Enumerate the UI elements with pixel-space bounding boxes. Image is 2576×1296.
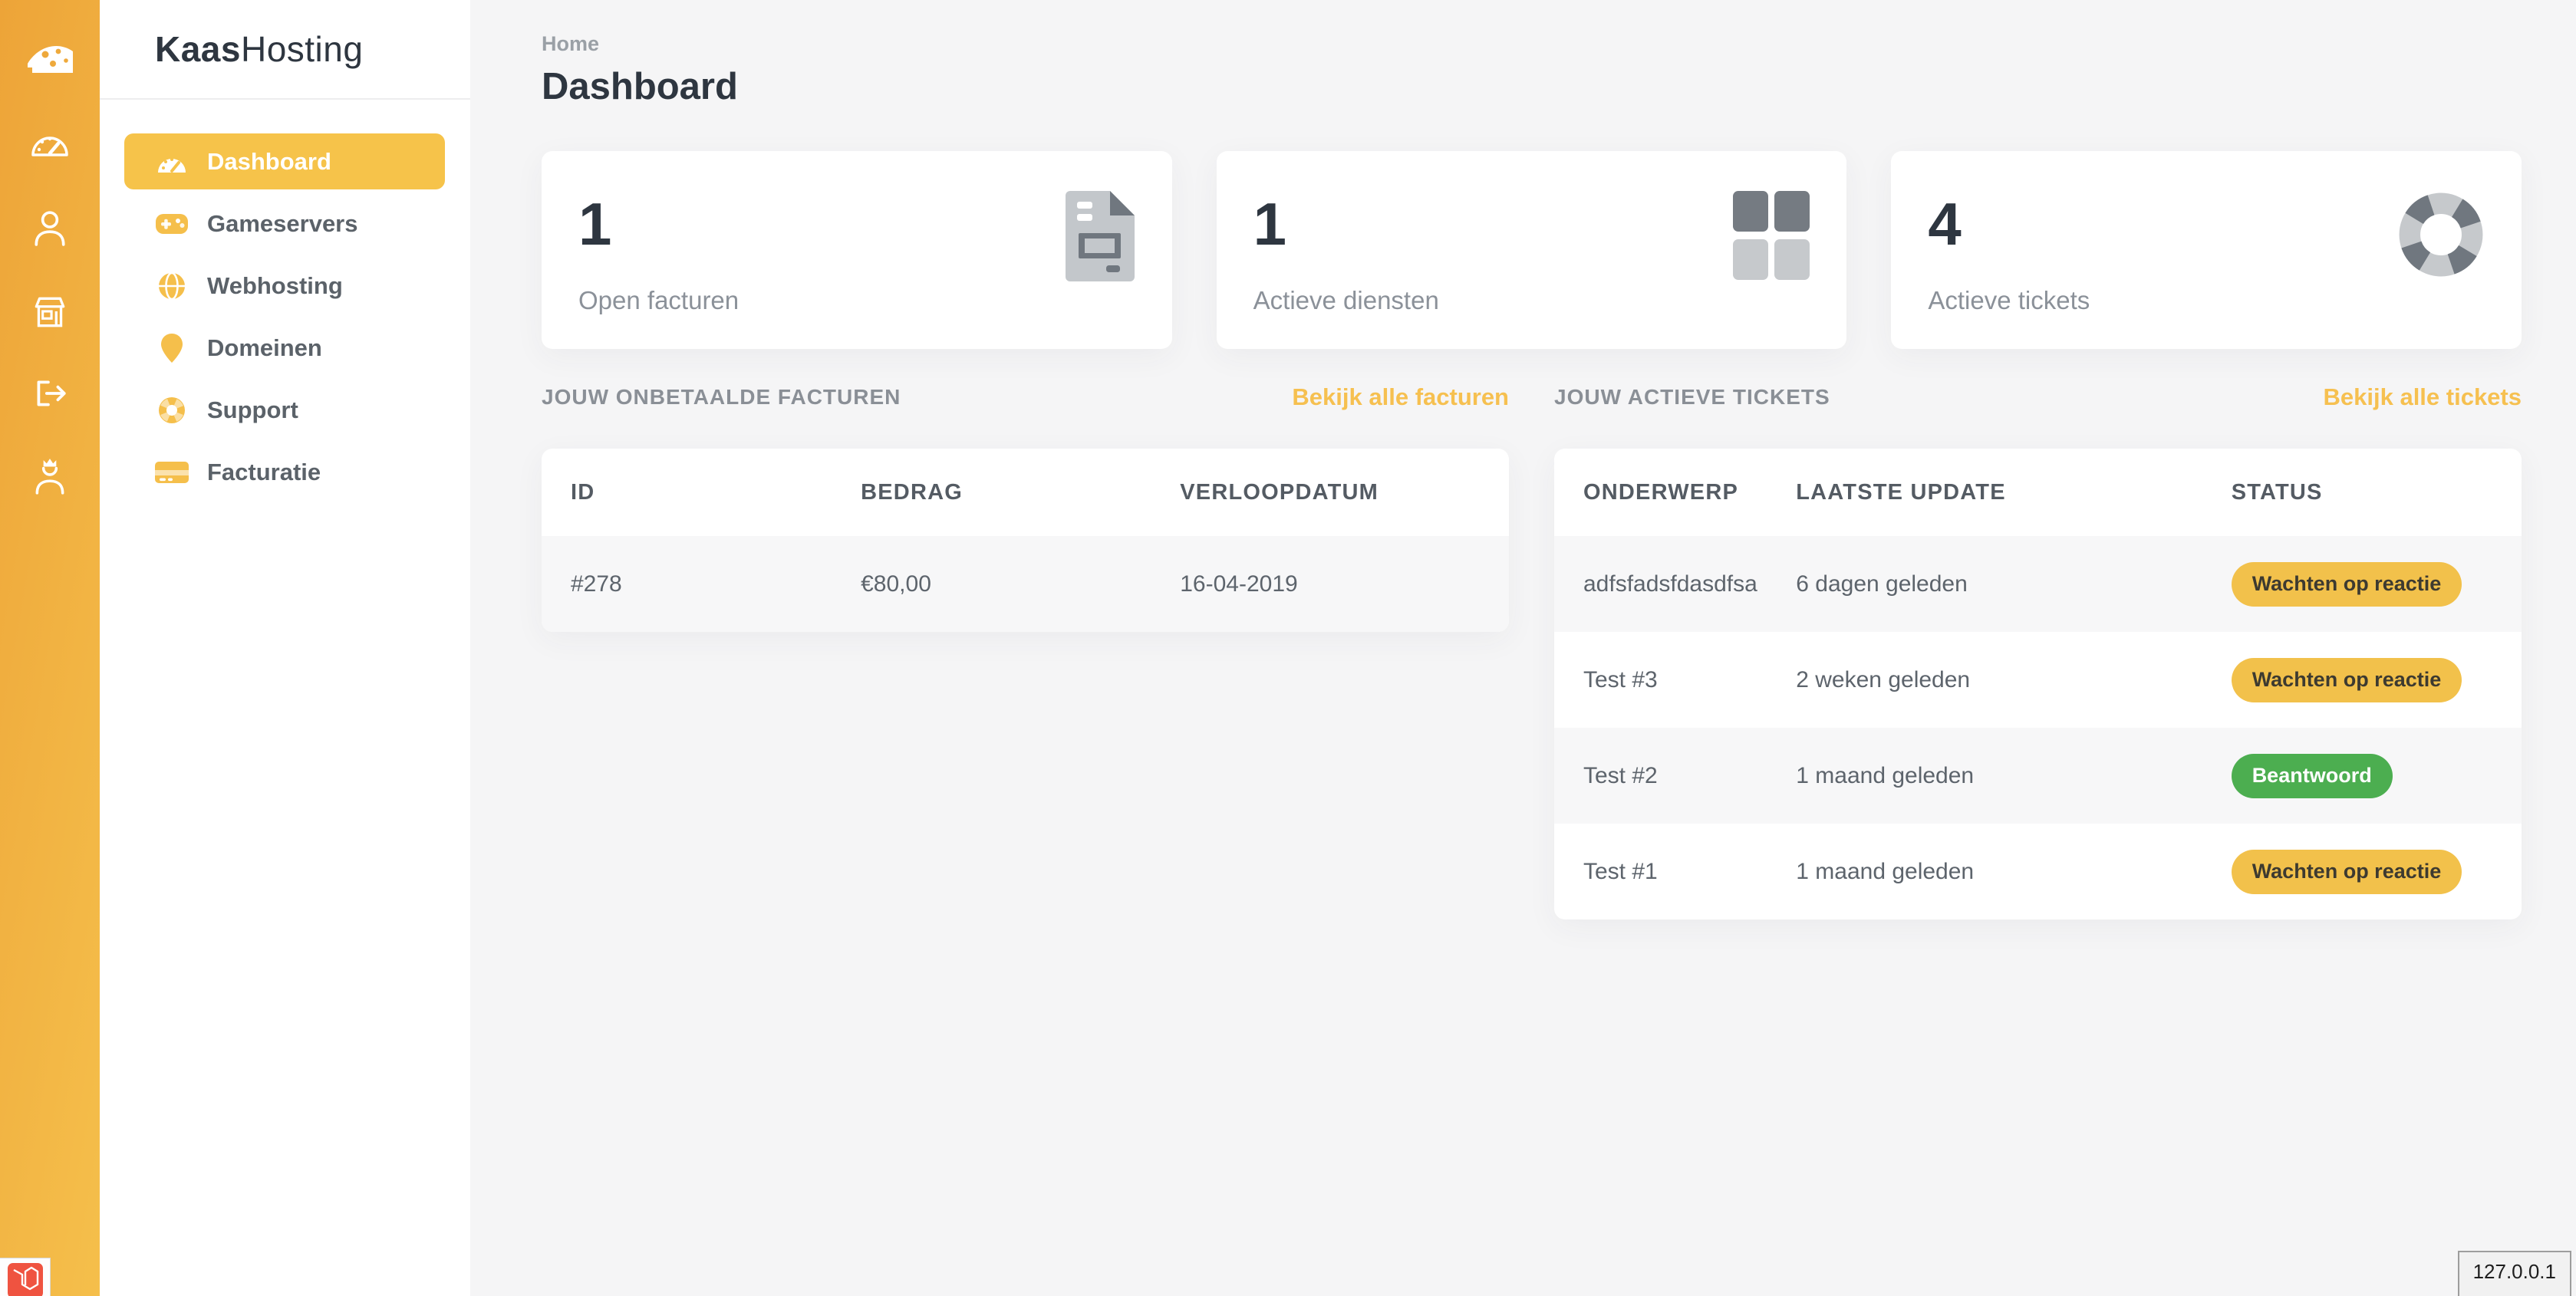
ticket-updated: 6 dagen geleden	[1796, 536, 2231, 632]
sidebar-item-label: Facturatie	[207, 459, 321, 486]
view-all-invoices-link[interactable]: Bekijk alle facturen	[1292, 383, 1509, 411]
sidebar-item-label: Webhosting	[207, 272, 343, 300]
tickets-table: ONDERWERP LAATSTE UPDATE STATUS adfsfads…	[1554, 449, 2522, 919]
sidebar: KaasHosting Dashboard	[100, 0, 470, 1296]
status-badge: Wachten op reactie	[2232, 850, 2462, 894]
invoices-section-title: JOUW ONBETAALDE FACTUREN	[542, 385, 901, 410]
ticket-subject: Test #2	[1554, 728, 1796, 824]
col-status: STATUS	[2232, 449, 2522, 536]
ticket-row[interactable]: Test #1 1 maand geleden Wachten op react…	[1554, 824, 2522, 919]
sidebar-item-domeinen[interactable]: Domeinen	[124, 320, 445, 376]
admin-user-crown-icon[interactable]	[32, 457, 68, 495]
stat-card-actieve-tickets: 4 Actieve tickets	[1891, 151, 2522, 349]
brand-name-light: Hosting	[241, 28, 363, 70]
stat-label: Actieve tickets	[1928, 286, 2090, 315]
ticket-subject: Test #1	[1554, 824, 1796, 919]
invoices-section: JOUW ONBETAALDE FACTUREN Bekijk alle fac…	[542, 384, 1509, 919]
stat-card-open-facturen: 1 Open facturen	[542, 151, 1172, 349]
life-ring-icon	[153, 395, 190, 426]
map-marker-icon	[153, 333, 190, 363]
view-all-tickets-link[interactable]: Bekijk alle tickets	[2324, 383, 2522, 411]
col-verloopdatum: VERLOOPDATUM	[1180, 449, 1509, 536]
icon-rail	[0, 0, 100, 1296]
invoice-due-date: 16-04-2019	[1180, 536, 1509, 632]
stat-card-actieve-diensten: 1 Actieve diensten	[1217, 151, 1847, 349]
page-title: Dashboard	[542, 65, 2522, 108]
ticket-row[interactable]: Test #2 1 maand geleden Beantwoord	[1554, 728, 2522, 824]
main-content: Home Dashboard 1 Open facturen	[470, 0, 2576, 1296]
file-invoice-icon	[1065, 191, 1135, 318]
tickets-header-row: ONDERWERP LAATSTE UPDATE STATUS	[1554, 449, 2522, 536]
user-icon[interactable]	[32, 209, 68, 247]
laravel-debugbar-icon[interactable]	[0, 1258, 51, 1296]
sidebar-item-label: Domeinen	[207, 334, 322, 362]
ticket-subject: adfsfadsfdasdfsa	[1554, 536, 1796, 632]
sidebar-item-support[interactable]: Support	[124, 382, 445, 438]
breadcrumb[interactable]: Home	[542, 32, 2522, 56]
stat-value: 4	[1928, 194, 2090, 254]
sidebar-item-gameservers[interactable]: Gameservers	[124, 196, 445, 252]
status-badge: Wachten op reactie	[2232, 658, 2462, 702]
sidebar-menu: Dashboard Gameservers	[100, 100, 470, 500]
ticket-updated: 1 maand geleden	[1796, 824, 2231, 919]
invoice-amount: €80,00	[861, 536, 1180, 632]
brand-name-bold: Kaas	[155, 28, 241, 70]
dashboard-gauge-icon[interactable]	[28, 124, 71, 161]
stat-value: 1	[578, 194, 739, 254]
ticket-updated: 1 maand geleden	[1796, 728, 2231, 824]
gamepad-icon	[153, 212, 190, 236]
gauge-icon	[153, 147, 190, 176]
sidebar-item-label: Gameservers	[207, 210, 358, 238]
life-ring-icon	[2397, 191, 2485, 318]
col-bedrag: BEDRAG	[861, 449, 1180, 536]
status-badge: Wachten op reactie	[2232, 562, 2462, 607]
globe-icon	[153, 271, 190, 301]
brand-logo[interactable]: KaasHosting	[100, 0, 470, 100]
sidebar-item-webhosting[interactable]: Webhosting	[124, 258, 445, 314]
tickets-table-card: ONDERWERP LAATSTE UPDATE STATUS adfsfads…	[1554, 449, 2522, 919]
logout-icon[interactable]	[31, 377, 69, 410]
col-id: ID	[542, 449, 861, 536]
sidebar-item-dashboard[interactable]: Dashboard	[124, 133, 445, 189]
url-preview-tooltip: 127.0.0.1	[2458, 1251, 2571, 1296]
invoices-table: ID BEDRAG VERLOOPDATUM #278 €80,00 16-04…	[542, 449, 1509, 632]
invoice-row[interactable]: #278 €80,00 16-04-2019	[542, 536, 1509, 632]
tickets-section: JOUW ACTIEVE TICKETS Bekijk alle tickets…	[1554, 384, 2522, 919]
sidebar-item-label: Dashboard	[207, 148, 331, 176]
ticket-row[interactable]: Test #3 2 weken geleden Wachten op react…	[1554, 632, 2522, 728]
stat-label: Open facturen	[578, 286, 739, 315]
tickets-section-title: JOUW ACTIEVE TICKETS	[1554, 385, 1830, 410]
sidebar-item-label: Support	[207, 396, 298, 424]
col-laatste-update: LAATSTE UPDATE	[1796, 449, 2231, 536]
invoices-table-card: ID BEDRAG VERLOOPDATUM #278 €80,00 16-04…	[542, 449, 1509, 632]
stat-label: Actieve diensten	[1253, 286, 1439, 315]
grid-icon	[1733, 191, 1810, 318]
ticket-subject: Test #3	[1554, 632, 1796, 728]
col-onderwerp: ONDERWERP	[1554, 449, 1796, 536]
store-icon[interactable]	[29, 294, 71, 330]
credit-card-icon	[153, 460, 190, 485]
stat-value: 1	[1253, 194, 1439, 254]
invoice-id: #278	[542, 536, 861, 632]
status-badge: Beantwoord	[2232, 754, 2393, 798]
stat-cards: 1 Open facturen 1 Actieve diensten	[542, 151, 2522, 349]
cheese-logo-icon[interactable]	[25, 38, 75, 77]
ticket-row[interactable]: adfsfadsfdasdfsa 6 dagen geleden Wachten…	[1554, 536, 2522, 632]
ticket-updated: 2 weken geleden	[1796, 632, 2231, 728]
sidebar-item-facturatie[interactable]: Facturatie	[124, 444, 445, 500]
invoices-header-row: ID BEDRAG VERLOOPDATUM	[542, 449, 1509, 536]
